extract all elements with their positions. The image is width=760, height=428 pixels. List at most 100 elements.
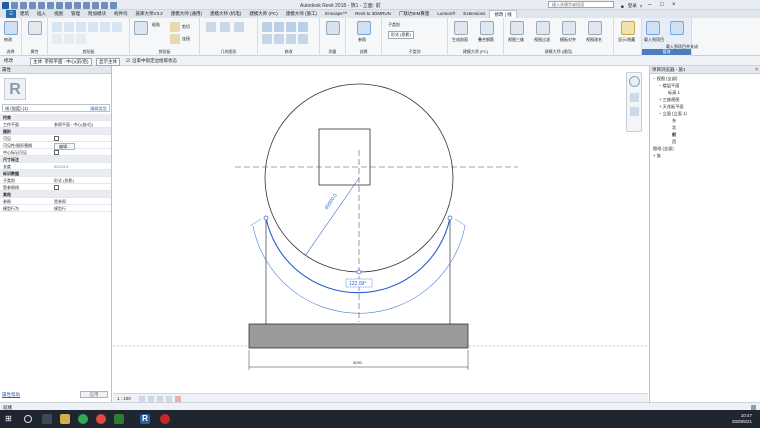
gen-section-button[interactable]: [454, 21, 468, 35]
type-selector[interactable]: 线 (弧度) (1) 编辑类型: [2, 104, 110, 112]
group-constraints[interactable]: 约束: [0, 114, 111, 121]
properties-help-link[interactable]: 属性帮助: [2, 392, 20, 398]
load-and-close-button[interactable]: [670, 21, 684, 35]
ellipse-icon[interactable]: [64, 34, 74, 44]
wall-join-icon[interactable]: [206, 22, 216, 32]
close-hidden-icon[interactable]: [101, 1, 108, 9]
search-input[interactable]: 键入关键字或短语: [548, 1, 614, 8]
group-graphics[interactable]: 图形: [0, 128, 111, 135]
tree-node-sheets[interactable]: 图纸 (全部): [653, 146, 674, 152]
subcategory-value[interactable]: 形式 (投影): [54, 177, 74, 184]
template-align-button[interactable]: [562, 21, 576, 35]
tab-revit-to-3dmrun[interactable]: Revit to 3DMRUN: [351, 10, 395, 18]
app-icon[interactable]: [96, 414, 106, 424]
detail-level-icon[interactable]: [139, 395, 145, 402]
file-tab[interactable]: ☰: [6, 10, 17, 18]
user-icon[interactable]: ☻: [620, 4, 625, 9]
arc-icon[interactable]: [100, 22, 110, 32]
split-face-icon[interactable]: [220, 22, 230, 32]
radius-dimension-line[interactable]: [304, 177, 360, 257]
chain-checkbox[interactable]: ☑: [126, 58, 130, 64]
steering-wheel-icon[interactable]: [629, 76, 640, 87]
tab-model-master-mep[interactable]: 建模大师 (机电): [206, 10, 245, 18]
array-icon[interactable]: [286, 34, 296, 44]
view-filter-button[interactable]: [536, 21, 550, 35]
print-icon[interactable]: [47, 1, 54, 9]
sign-in-link[interactable]: 登录: [628, 3, 637, 9]
center-mark-checkbox[interactable]: [54, 150, 59, 155]
tree-node-north[interactable]: 北: [672, 125, 676, 131]
tab-component-dock[interactable]: 构件坞: [110, 10, 132, 18]
open-icon[interactable]: [11, 1, 18, 9]
ref-plane-button[interactable]: [357, 21, 371, 35]
cut-icon[interactable]: [170, 22, 180, 32]
tab-enscape[interactable]: Enscape™: [321, 10, 351, 18]
reference-value[interactable]: 是参照: [54, 198, 66, 205]
task-view-icon[interactable]: [42, 414, 52, 424]
line-icon[interactable]: [52, 22, 62, 32]
switch-windows-icon[interactable]: [110, 1, 117, 9]
modify-button[interactable]: [4, 21, 18, 35]
circle-icon[interactable]: [88, 22, 98, 32]
shadows-icon[interactable]: [166, 395, 172, 402]
save-icon[interactable]: [20, 1, 27, 9]
undo-icon[interactable]: [29, 1, 36, 9]
tab-model-master-general[interactable]: 建模大师 (通用): [167, 10, 206, 18]
visible-checkbox[interactable]: [54, 136, 59, 141]
windows-start-icon[interactable]: ⊞: [5, 414, 15, 424]
polygon-icon[interactable]: [76, 22, 86, 32]
zoom-icon[interactable]: [630, 93, 639, 102]
maximize-icon[interactable]: □: [657, 2, 666, 10]
tree-node-level-1[interactable]: 标高 1: [668, 90, 680, 96]
delete-icon[interactable]: [298, 34, 308, 44]
tree-node-front[interactable]: 前: [672, 132, 676, 138]
move-icon[interactable]: [262, 22, 272, 32]
base-block[interactable]: [248, 323, 469, 349]
apply-button[interactable]: 应用: [80, 391, 108, 398]
browser-close-icon[interactable]: ×: [755, 67, 758, 73]
view-3d-button[interactable]: [510, 21, 524, 35]
copy-icon[interactable]: [274, 22, 284, 32]
tab-extensions[interactable]: Extensions: [459, 10, 489, 18]
offset-icon[interactable]: [274, 34, 284, 44]
load-into-project-button[interactable]: [646, 21, 660, 35]
thin-lines-icon[interactable]: [92, 1, 99, 9]
file-explorer-icon[interactable]: [60, 414, 70, 424]
tree-node-ceiling-plans[interactable]: + 天花板平面: [659, 104, 684, 110]
subcategory-select[interactable]: 形式 (投影): [388, 31, 414, 39]
tree-node-3d-views[interactable]: + 三维视图: [659, 97, 679, 103]
fillet-arc-icon[interactable]: [76, 34, 86, 44]
model-behavior-value[interactable]: 模型行: [54, 205, 66, 212]
measure-button[interactable]: [326, 21, 340, 35]
radius-label[interactable]: 40000.0: [324, 193, 339, 212]
minimize-icon[interactable]: –: [645, 2, 654, 10]
drawing-canvas[interactable]: 40000.0 122.09° 5090: [113, 66, 648, 393]
tab-insert[interactable]: 插入: [33, 10, 50, 18]
tab-family-master[interactable]: 族库大师V3.2: [132, 10, 167, 18]
tab-glodon[interactable]: 广联达BIM算量: [395, 10, 434, 18]
properties-button[interactable]: [28, 21, 42, 35]
recorder-icon[interactable]: [160, 414, 170, 424]
square-outline[interactable]: [318, 128, 371, 186]
spreadsheet-icon[interactable]: [114, 414, 124, 424]
group-other[interactable]: 其他: [0, 191, 111, 198]
redo-icon[interactable]: [38, 1, 45, 9]
bottom-dimension-label[interactable]: 5090: [353, 360, 363, 365]
visual-style-icon[interactable]: [148, 395, 154, 402]
arc-end-grip[interactable]: [447, 215, 453, 221]
close-icon[interactable]: ×: [669, 2, 678, 10]
paste-button[interactable]: [134, 21, 148, 35]
tree-node-floor-plans[interactable]: − 楼层平面: [659, 83, 679, 89]
angle-label[interactable]: 122.09°: [349, 281, 366, 287]
tab-model-master-pc[interactable]: 建模大师 (PC): [245, 10, 282, 18]
3d-view-icon[interactable]: [74, 1, 81, 9]
group-dimensions[interactable]: 尺寸标注: [0, 156, 111, 163]
tab-manage[interactable]: 管理: [67, 10, 84, 18]
arc-mid-grip[interactable]: [356, 269, 362, 275]
tab-view[interactable]: 视图: [50, 10, 67, 18]
browser-icon[interactable]: [78, 414, 88, 424]
pick-lines-icon[interactable]: [52, 34, 62, 44]
paint-icon[interactable]: [234, 22, 244, 32]
group-identity-data[interactable]: 标识数据: [0, 170, 111, 177]
host-select[interactable]: 主体: 参照平面 : 中心(前/后): [30, 57, 92, 66]
